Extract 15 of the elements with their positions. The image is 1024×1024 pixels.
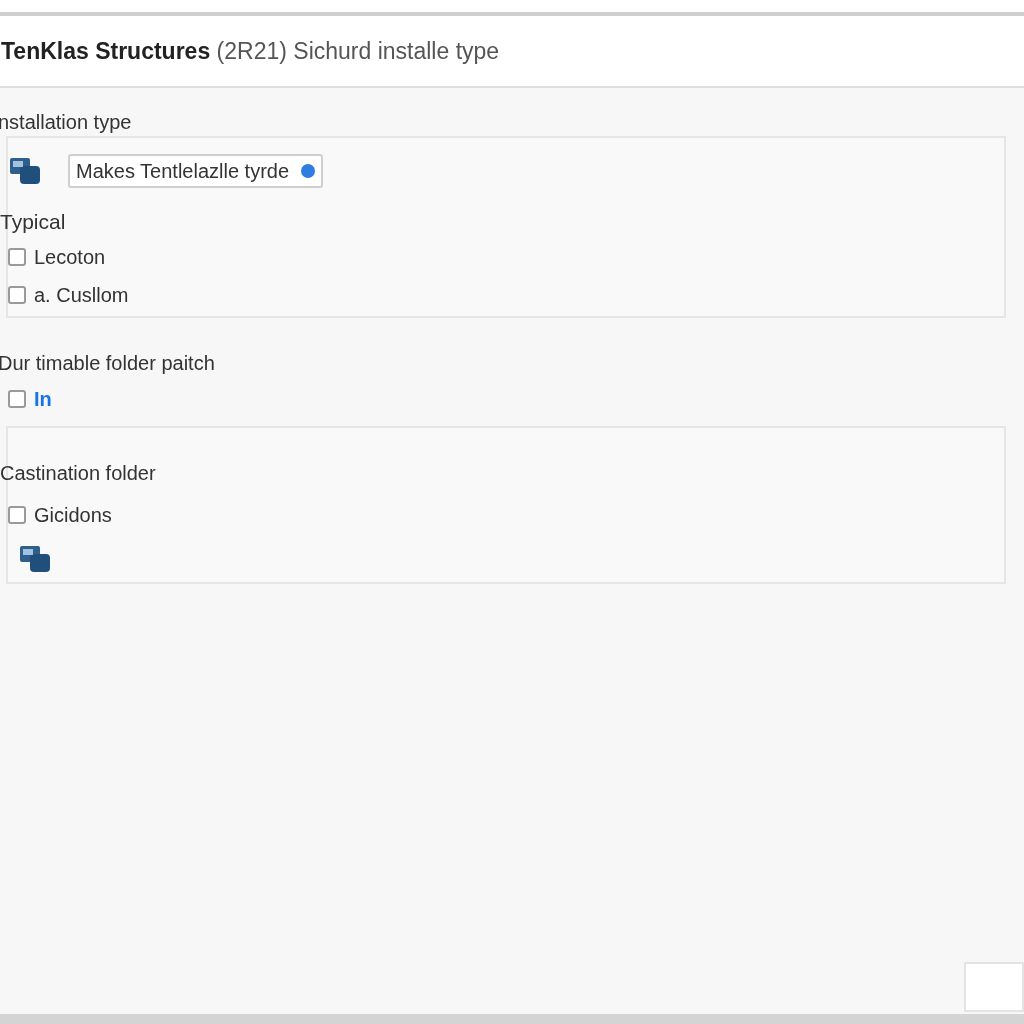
checkbox[interactable] — [8, 505, 26, 524]
option-label: Gicidons — [34, 502, 112, 528]
option-label: a. Cusllom — [34, 282, 129, 308]
checkbox[interactable] — [8, 285, 26, 304]
checkbox[interactable] — [8, 247, 26, 266]
checkbox[interactable] — [8, 389, 26, 408]
window-title: TenKlas Structures (2R21) Sichurd installe type — [0, 36, 500, 66]
option-label: Lecoton — [34, 244, 106, 270]
option-label: In — [34, 386, 52, 412]
info-icon — [301, 164, 316, 178]
group-label: Typical — [0, 209, 67, 235]
type-dropdown[interactable]: Makes Tentlelazlle tyrde — [68, 154, 324, 188]
section-heading: Dur timable folder paitch — [0, 350, 216, 376]
section-heading: nstallation type — [0, 112, 133, 132]
section-heading: Castination folder — [0, 460, 157, 486]
